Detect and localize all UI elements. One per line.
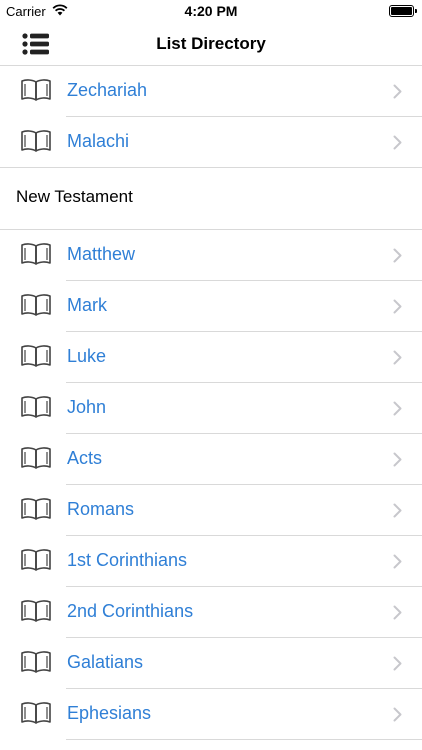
- open-book-icon: [21, 243, 51, 265]
- chevron-right-icon: [393, 248, 402, 263]
- list-item-label: Matthew: [67, 244, 136, 264]
- open-book-icon: [21, 130, 51, 152]
- chevron-right-icon: [393, 452, 402, 467]
- chevron-right-icon: [393, 135, 402, 150]
- chevron-right-icon: [393, 656, 402, 671]
- list-item-label: Luke: [67, 346, 107, 366]
- list-item-label: Ephesians: [67, 703, 152, 723]
- open-book-icon: [21, 702, 51, 724]
- chevron-right-icon: [393, 503, 402, 518]
- list-item-matthew[interactable]: Matthew: [0, 230, 422, 281]
- list-item-2nd-corinthians[interactable]: 2nd Corinthians: [0, 587, 422, 638]
- open-book-icon: [21, 396, 51, 418]
- list-item-label: Acts: [67, 448, 103, 468]
- list-item-mark[interactable]: Mark: [0, 281, 422, 332]
- list-item-label: Malachi: [67, 131, 130, 151]
- chevron-right-icon: [393, 707, 402, 722]
- list-item-label: Galatians: [67, 652, 144, 672]
- open-book-icon: [21, 651, 51, 673]
- list-item-malachi[interactable]: Malachi: [0, 117, 422, 168]
- open-book-icon: [21, 447, 51, 469]
- list-item-label: John: [67, 397, 107, 417]
- chevron-right-icon: [393, 401, 402, 416]
- list-item-label: 1st Corinthians: [67, 550, 188, 570]
- section-header-new-testament: New Testament: [0, 168, 422, 230]
- chevron-right-icon: [393, 605, 402, 620]
- open-book-icon: [21, 345, 51, 367]
- list-item-label: 2nd Corinthians: [67, 601, 194, 621]
- section-label: New Testament: [16, 187, 133, 206]
- chevron-right-icon: [393, 84, 402, 99]
- open-book-icon: [21, 600, 51, 622]
- open-book-icon: [21, 498, 51, 520]
- battery-icon: [389, 5, 417, 17]
- open-book-icon: [21, 294, 51, 316]
- list-item-acts[interactable]: Acts: [0, 434, 422, 485]
- list-item-galatians[interactable]: Galatians: [0, 638, 422, 689]
- open-book-icon: [21, 549, 51, 571]
- page-title: List Directory: [156, 34, 266, 53]
- list-item-label: Romans: [67, 499, 135, 519]
- open-book-icon: [21, 79, 51, 101]
- list-item-label: Mark: [67, 295, 107, 315]
- status-bar: Carrier 4:20 PM: [0, 0, 422, 22]
- list-item-romans[interactable]: Romans: [0, 485, 422, 536]
- list-item-zechariah[interactable]: Zechariah: [0, 66, 422, 117]
- clock: 4:20 PM: [184, 3, 238, 19]
- navigation-bar: List Directory: [0, 22, 422, 66]
- list-item-1st-corinthians[interactable]: 1st Corinthians: [0, 536, 422, 587]
- chevron-right-icon: [393, 350, 402, 365]
- list-item-ephesians[interactable]: Ephesians: [0, 689, 422, 740]
- list-item-john[interactable]: John: [0, 383, 422, 434]
- chevron-right-icon: [393, 299, 402, 314]
- list-item-luke[interactable]: Luke: [0, 332, 422, 383]
- chevron-right-icon: [393, 554, 402, 569]
- book-list: Zechariah Malachi New Testament Matthew: [0, 66, 422, 740]
- list-item-label: Zechariah: [67, 80, 148, 100]
